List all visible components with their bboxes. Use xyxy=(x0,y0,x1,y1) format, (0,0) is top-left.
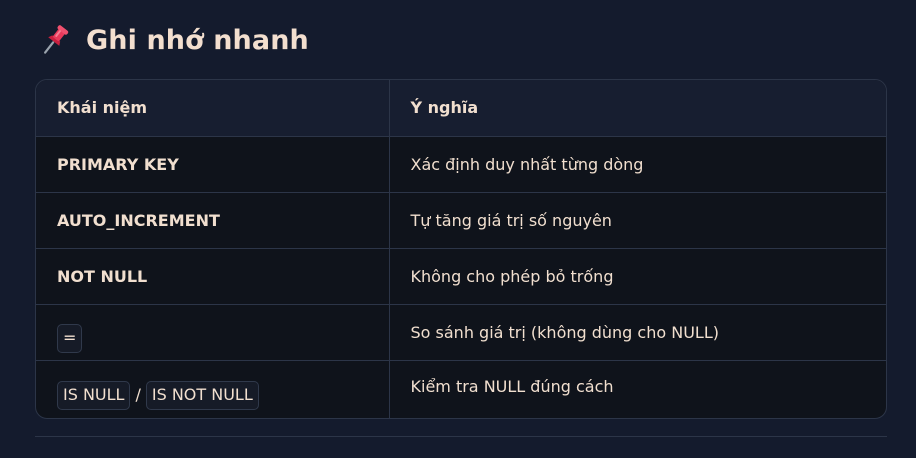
column-header-meaning: Ý nghĩa xyxy=(389,80,886,137)
page: Ghi nhớ nhanh Khái niệm Ý nghĩa PRIMARY … xyxy=(0,0,916,458)
table-row: PRIMARY KEY Xác định duy nhất từng dòng xyxy=(36,136,886,192)
summary-table: Khái niệm Ý nghĩa PRIMARY KEY Xác định d… xyxy=(35,79,887,419)
table-row: IS NULL / IS NOT NULL Kiểm tra NULL đúng c… xyxy=(36,359,886,418)
table-row: = So sánh giá trị (không dùng cho NULL) xyxy=(36,303,886,360)
inline-code: = xyxy=(57,323,83,353)
meaning-cell: Kiểm tra NULL đúng cách xyxy=(389,359,886,418)
inline-code: IS NOT NULL xyxy=(145,381,259,411)
concept-cell: IS NULL / IS NOT NULL xyxy=(36,359,390,418)
separator: / xyxy=(135,385,141,405)
meaning-cell: Xác định duy nhất từng dòng xyxy=(410,154,644,174)
column-header-concept: Khái niệm xyxy=(36,80,390,137)
section-heading: Ghi nhớ nhanh xyxy=(38,19,309,61)
concept-cell: = xyxy=(36,303,390,360)
pushpin-icon xyxy=(38,23,72,57)
meaning-cell: Tự tăng giá trị số nguyên xyxy=(389,191,886,248)
inline-code: IS NULL xyxy=(57,381,131,411)
meaning-cell: Không cho phép bỏ trống xyxy=(389,247,886,304)
section-divider xyxy=(35,436,887,437)
concept-cell: NOT NULL xyxy=(36,247,390,304)
page-title: Ghi nhớ nhanh xyxy=(86,24,309,56)
meaning-cell: So sánh giá trị (không dùng cho NULL) xyxy=(389,303,886,360)
table-row: AUTO_INCREMENT Tự tăng giá trị số nguyên xyxy=(36,191,886,248)
concept-cell: AUTO_INCREMENT xyxy=(36,191,390,248)
table-row: NOT NULL Không cho phép bỏ trống xyxy=(36,247,886,304)
concept-cell: PRIMARY KEY xyxy=(36,136,390,192)
table-header-row: Khái niệm Ý nghĩa xyxy=(36,80,886,137)
